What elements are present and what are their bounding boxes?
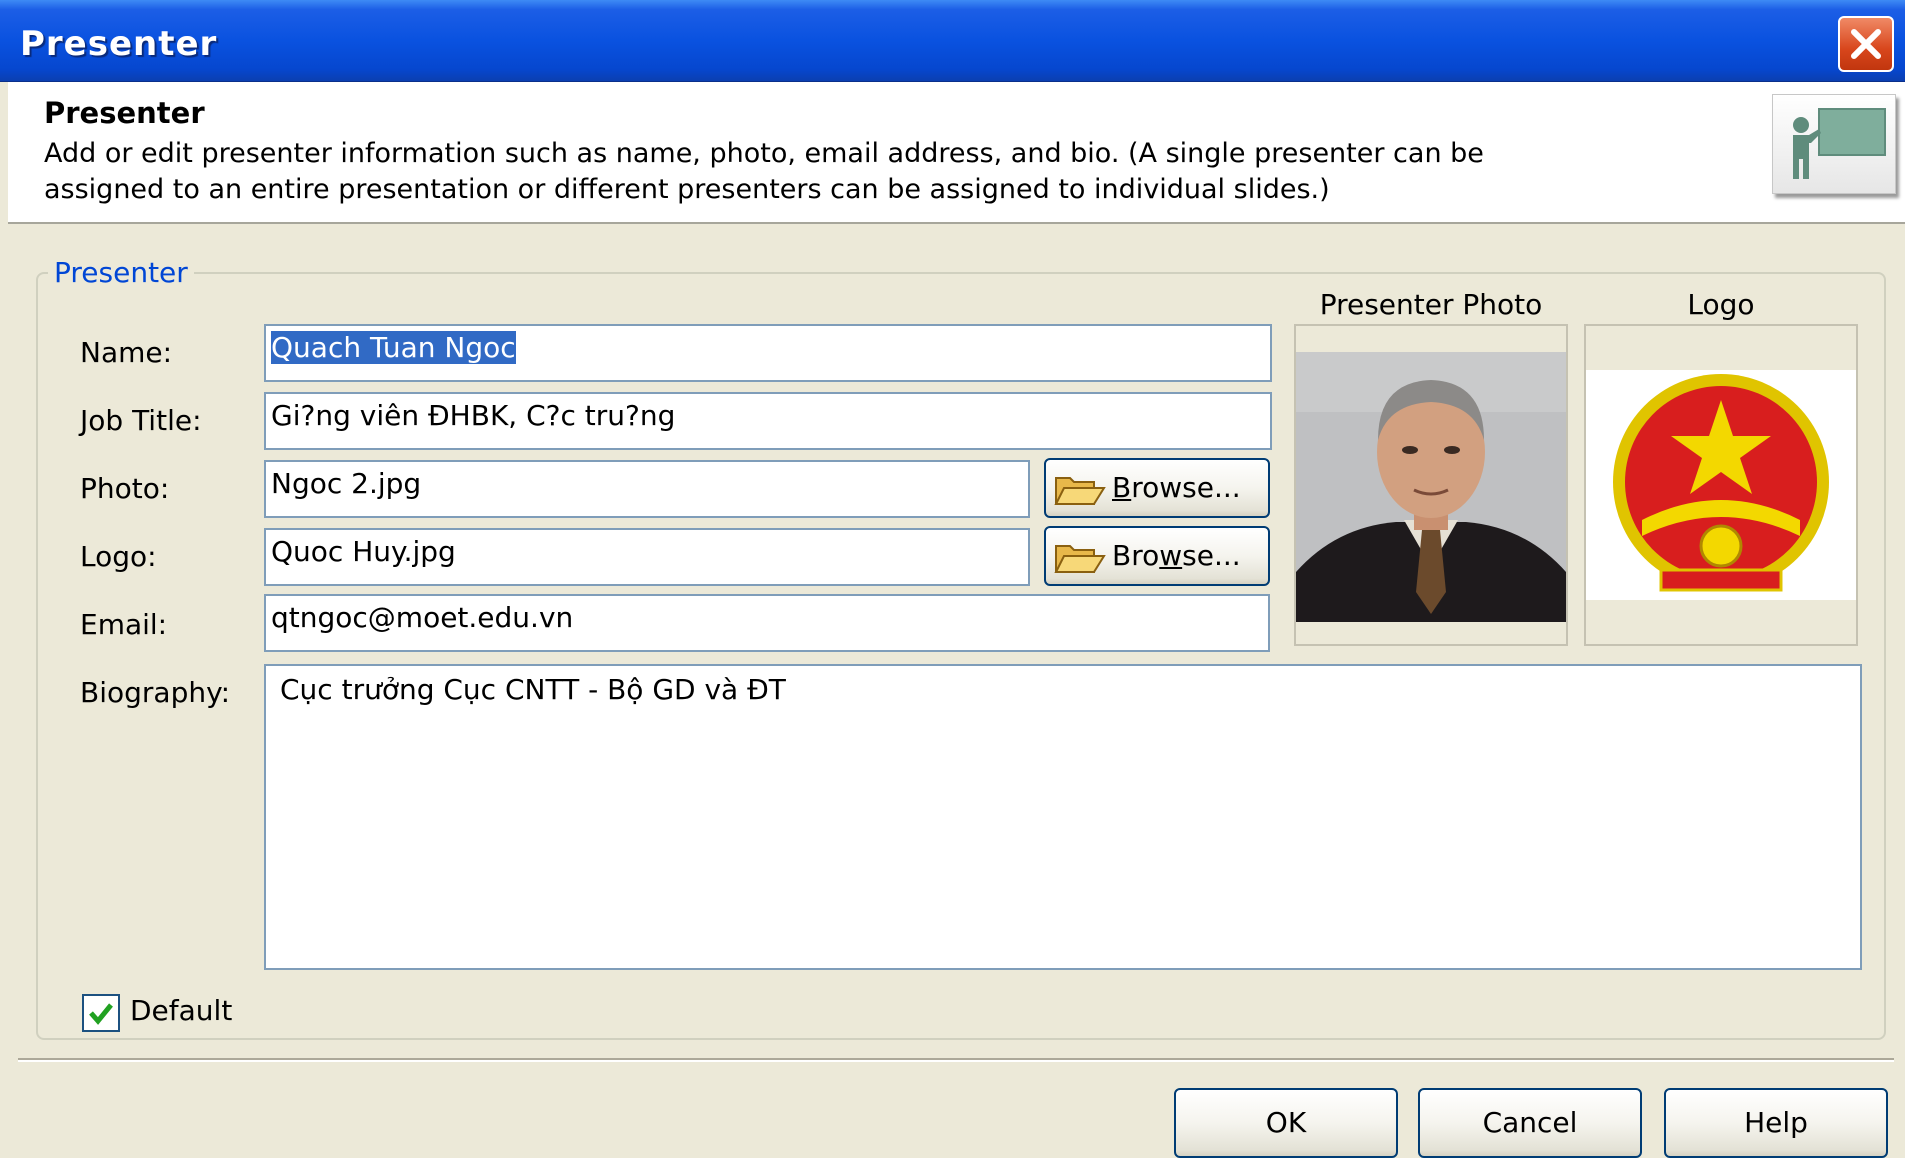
logo-preview-caption: Logo <box>1687 288 1755 321</box>
dialog-header: Presenter Add or edit presenter informat… <box>8 82 1905 224</box>
logo-browse-button[interactable]: Browse... <box>1044 526 1270 586</box>
job-title-value: Gi?ng viên ĐHBK, C?c tru?ng <box>271 399 676 432</box>
photo-file-value: Ngoc 2.jpg <box>271 467 422 500</box>
job-title-label: Job Title: <box>80 404 202 437</box>
logo-file-value: Quoc Huy.jpg <box>271 535 456 568</box>
logo-preview <box>1584 324 1858 646</box>
group-legend: Presenter <box>48 256 194 289</box>
checkmark-icon <box>89 1003 113 1025</box>
photo-preview-caption: Presenter Photo <box>1319 288 1543 321</box>
biography-value: Cục trưởng Cục CNTT - Bộ GD và ĐT <box>280 673 786 706</box>
close-icon <box>1851 29 1881 59</box>
description-line-2: assigned to an entire presentation or di… <box>44 174 1330 205</box>
default-checkbox[interactable] <box>82 994 120 1032</box>
window-title: Presenter <box>20 24 218 64</box>
photo-preview <box>1294 324 1568 646</box>
logo-browse-label: Browse... <box>1112 539 1241 572</box>
email-label: Email: <box>80 608 168 641</box>
folder-open-icon <box>1054 545 1106 573</box>
biography-textarea[interactable]: Cục trưởng Cục CNTT - Bộ GD và ĐT <box>264 664 1862 970</box>
name-input[interactable]: Quach Tuan Ngoc <box>264 324 1272 382</box>
presenter-portrait-image <box>1296 352 1566 622</box>
logo-file-input[interactable]: Quoc Huy.jpg <box>264 528 1030 586</box>
photo-file-input[interactable]: Ngoc 2.jpg <box>264 460 1030 518</box>
name-value: Quach Tuan Ngoc <box>271 331 516 364</box>
folder-open-icon <box>1054 477 1106 505</box>
help-button[interactable]: Help <box>1664 1088 1888 1158</box>
cancel-button[interactable]: Cancel <box>1418 1088 1642 1158</box>
email-value: qtngoc@moet.edu.vn <box>271 601 574 634</box>
national-emblem-image <box>1586 370 1856 600</box>
job-title-input[interactable]: Gi?ng viên ĐHBK, C?c tru?ng <box>264 392 1272 450</box>
description-line-1: Add or edit presenter information such a… <box>44 138 1484 169</box>
presenter-board-icon <box>1772 94 1896 194</box>
email-input[interactable]: qtngoc@moet.edu.vn <box>264 594 1270 652</box>
photo-label: Photo: <box>80 472 170 505</box>
default-label: Default <box>130 994 233 1027</box>
logo-label: Logo: <box>80 540 157 573</box>
title-bar[interactable]: Presenter <box>0 0 1905 82</box>
name-label: Name: <box>80 336 173 369</box>
header-description: Add or edit presenter information such a… <box>44 136 1724 208</box>
biography-label: Biography: <box>80 676 231 709</box>
header-title: Presenter <box>44 96 205 130</box>
ok-button[interactable]: OK <box>1174 1088 1398 1158</box>
close-button[interactable] <box>1838 16 1894 72</box>
photo-browse-label: Browse... <box>1112 471 1241 504</box>
photo-browse-button[interactable]: Browse... <box>1044 458 1270 518</box>
footer-divider <box>18 1058 1894 1062</box>
